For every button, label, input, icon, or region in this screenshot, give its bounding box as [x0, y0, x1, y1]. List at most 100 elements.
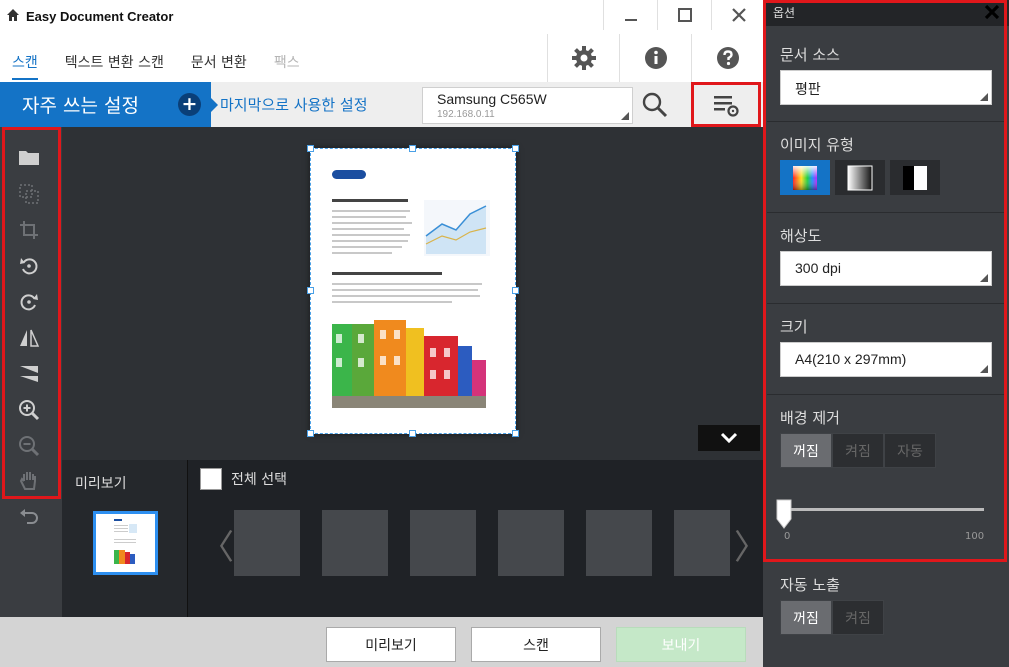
zoom-in-tool[interactable] [17, 398, 41, 422]
auto-exposure-off-option[interactable]: 꺼짐 [780, 600, 832, 635]
edit-toolbar [0, 127, 62, 617]
bg-removal-on-option[interactable]: 켜짐 [832, 433, 884, 468]
bg-removal-off-option[interactable]: 꺼짐 [780, 433, 832, 468]
pan-tool[interactable] [17, 469, 41, 493]
resize-handle[interactable] [512, 430, 519, 437]
size-section: 크기 A4(210 x 297mm) [767, 304, 1004, 395]
help-button[interactable] [691, 34, 763, 82]
dropdown-corner-icon [980, 365, 988, 373]
tab-doc-convert[interactable]: 문서 변환 [191, 52, 247, 80]
favorites-settings[interactable]: 자주 쓰는 설정 + [0, 82, 218, 127]
options-panel: 옵션 문서 소스 평판 이미지 유형 해상도 300 dpi 크기 A4(210… [763, 0, 1009, 667]
device-select[interactable]: Samsung C565W 192.168.0.11 [422, 87, 633, 124]
tab-fax[interactable]: 팩스 [274, 52, 300, 80]
folder-icon [19, 151, 39, 165]
select-area-tool[interactable] [17, 182, 41, 206]
undo-tool[interactable] [17, 505, 41, 529]
zoom-in-icon [19, 400, 40, 421]
doc-source-value: 평판 [795, 81, 821, 97]
doc-source-section: 문서 소스 평판 [767, 30, 1004, 122]
scanned-page[interactable] [307, 145, 519, 437]
auto-exposure-on-option[interactable]: 켜짐 [832, 600, 884, 635]
slider-min-label: 0 [784, 531, 791, 542]
image-type-grayscale-button[interactable] [835, 160, 885, 195]
undo-icon [20, 509, 38, 524]
favorites-label: 자주 쓰는 설정 [22, 95, 139, 117]
rotate-right-tool[interactable] [17, 290, 41, 314]
thumbnails-prev-button[interactable]: 〈 [200, 520, 234, 569]
hand-icon [19, 472, 36, 490]
crop-tool[interactable] [17, 218, 41, 242]
chevron-down-icon [720, 432, 738, 444]
action-footer: 미리보기 스캔 보내기 [0, 617, 763, 667]
search-icon[interactable] [641, 91, 669, 119]
menu-bar: 스캔 텍스트 변환 스캔 문서 변환 팩스 [0, 34, 763, 82]
scan-button[interactable]: 스캔 [471, 627, 601, 662]
flip-horizontal-tool[interactable] [17, 326, 41, 350]
options-title: 옵션 [773, 6, 796, 20]
close-icon [731, 8, 746, 22]
send-button[interactable]: 보내기 [616, 627, 746, 662]
selection-box[interactable] [310, 148, 516, 434]
close-icon[interactable] [983, 3, 1001, 21]
preview-button[interactable]: 미리보기 [326, 627, 456, 662]
title-bar: Easy Document Creator [0, 0, 763, 34]
rotate-left-icon [20, 258, 38, 275]
doc-source-select[interactable]: 평판 [780, 70, 992, 105]
black-white-icon [903, 165, 927, 190]
maximize-button[interactable] [657, 0, 711, 30]
home-icon[interactable] [6, 8, 20, 22]
minimize-button[interactable] [603, 0, 657, 30]
settings-button[interactable] [547, 34, 619, 82]
crop-icon [20, 221, 38, 239]
slider-max-label: 100 [965, 531, 985, 542]
dropdown-corner-icon [980, 274, 988, 282]
resize-handle[interactable] [512, 287, 519, 294]
options-toggle-button[interactable] [691, 82, 761, 127]
image-type-color-button[interactable] [780, 160, 830, 195]
collapse-thumbnails-button[interactable] [698, 425, 760, 451]
zoom-out-tool[interactable] [17, 434, 41, 458]
device-ip: 192.168.0.11 [437, 109, 495, 120]
size-select[interactable]: A4(210 x 297mm) [780, 342, 992, 377]
zoom-out-icon [19, 436, 40, 457]
bg-removal-auto-option[interactable]: 자동 [884, 433, 936, 468]
resolution-select[interactable]: 300 dpi [780, 251, 992, 286]
resize-handle[interactable] [409, 430, 416, 437]
image-type-bw-button[interactable] [890, 160, 940, 195]
open-folder-tool[interactable] [17, 145, 41, 169]
gear-icon [571, 46, 596, 70]
help-icon [716, 47, 739, 69]
tab-scan[interactable]: 스캔 [12, 52, 38, 80]
resize-handle[interactable] [307, 430, 314, 437]
resize-handle[interactable] [307, 287, 314, 294]
bg-removal-slider-track[interactable] [784, 508, 984, 511]
resize-handle[interactable] [512, 145, 519, 152]
flip-vertical-tool[interactable] [17, 362, 41, 386]
options-header: 옵션 [763, 0, 1009, 26]
thumbnail-slot [674, 510, 730, 576]
thumbnail-slot [586, 510, 652, 576]
select-all[interactable]: 전체 선택 [200, 468, 287, 490]
add-favorite-button[interactable]: + [178, 93, 201, 116]
app-title: Easy Document Creator [26, 9, 174, 24]
close-button[interactable] [711, 0, 765, 30]
preview-label: 미리보기 [75, 476, 127, 492]
minimize-icon [624, 19, 637, 21]
select-all-checkbox[interactable] [200, 468, 222, 490]
doc-source-title: 문서 소스 [780, 46, 840, 64]
thumbnail-slot [410, 510, 476, 576]
tab-ocr-scan[interactable]: 텍스트 변환 스캔 [65, 52, 164, 80]
preview-thumbnail[interactable] [93, 511, 158, 575]
last-used-settings-link[interactable]: 마지막으로 사용한 설정 [220, 94, 368, 115]
resize-handle[interactable] [409, 145, 416, 152]
thumbnail-image [112, 516, 139, 570]
bg-removal-slider-handle[interactable] [776, 499, 792, 529]
image-type-title: 이미지 유형 [780, 136, 854, 154]
flip-vertical-icon [20, 366, 38, 382]
device-name: Samsung C565W [437, 91, 547, 107]
resize-handle[interactable] [307, 145, 314, 152]
flip-horizontal-icon [20, 329, 40, 347]
rotate-left-tool[interactable] [17, 254, 41, 278]
info-button[interactable] [619, 34, 691, 82]
